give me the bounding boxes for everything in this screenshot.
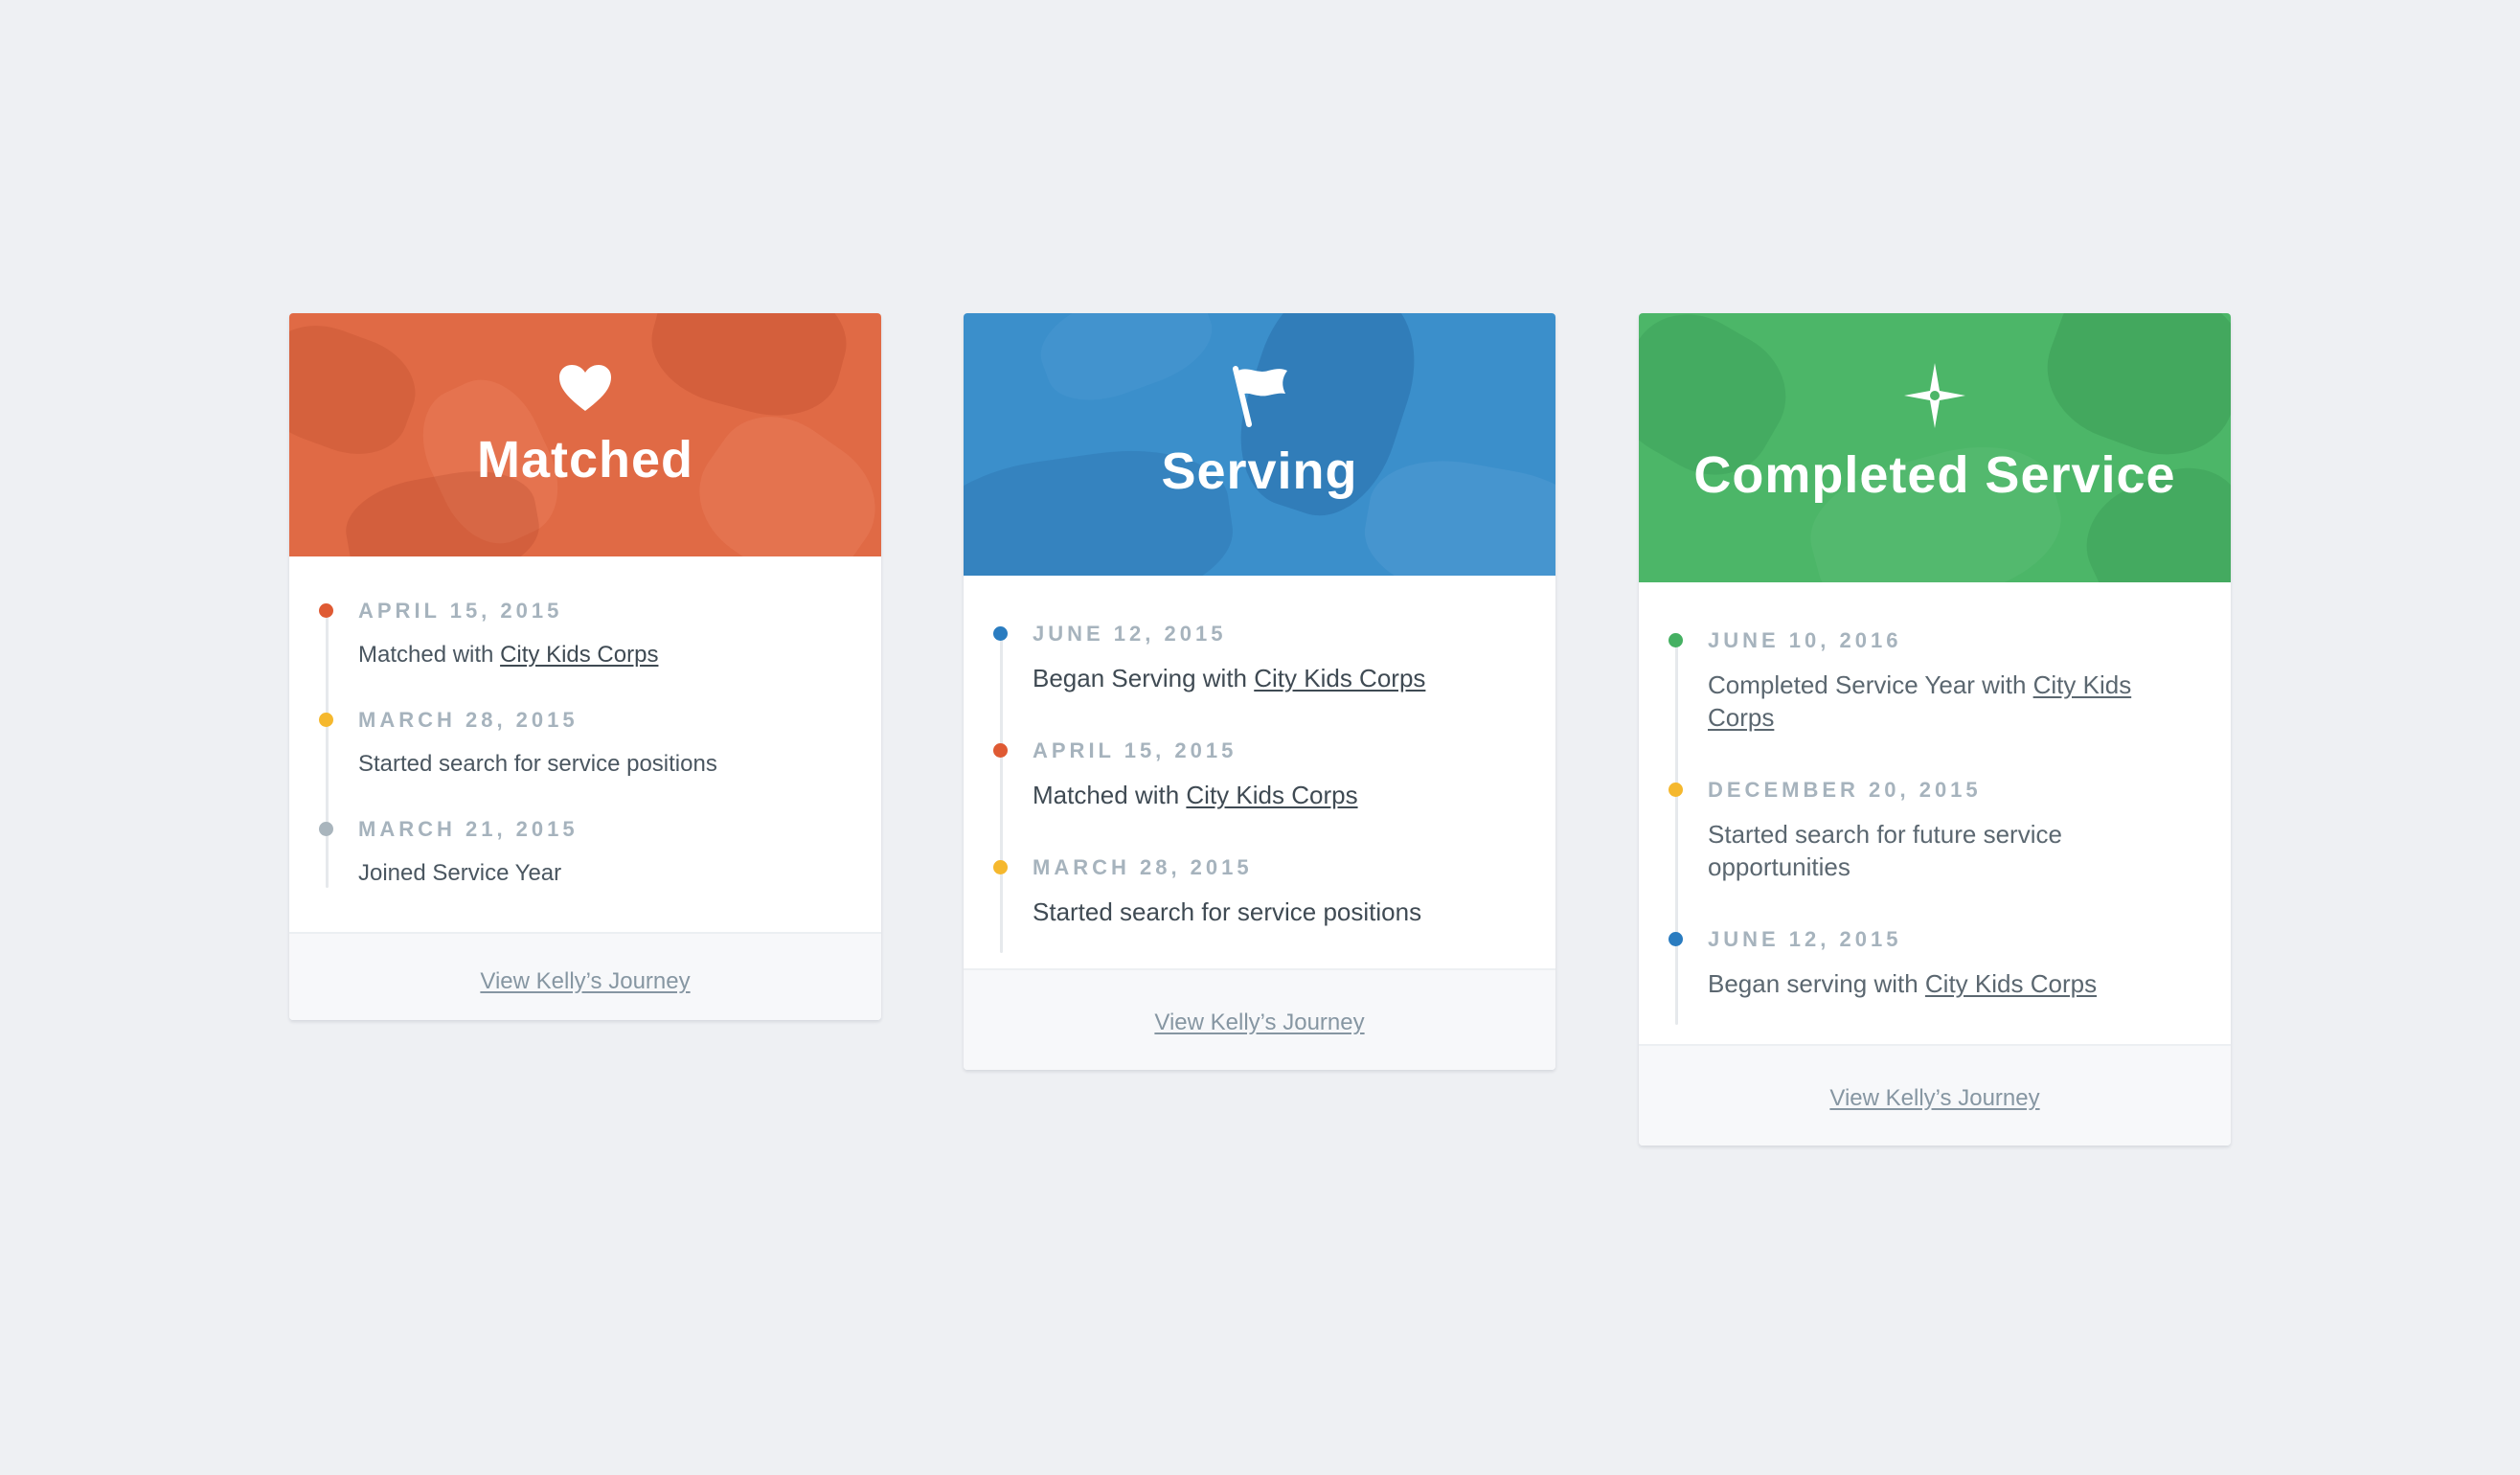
- timeline-entry: MARCH 28, 2015 Started search for servic…: [319, 708, 852, 781]
- city-kids-corps-link[interactable]: City Kids Corps: [1925, 969, 2097, 998]
- entry-date: MARCH 28, 2015: [358, 708, 579, 732]
- journey-card-serving: Serving JUNE 12, 2015 Began Serving with…: [964, 313, 1555, 1070]
- timeline-dot: [993, 743, 1008, 758]
- entry-date: JUNE 10, 2016: [1708, 628, 1902, 652]
- card-title: Completed Service: [1693, 446, 2176, 504]
- timeline-dot: [319, 822, 333, 836]
- city-kids-corps-link[interactable]: City Kids Corps: [1186, 781, 1357, 809]
- timeline-entry: APRIL 15, 2015 Matched with City Kids Co…: [993, 738, 1527, 811]
- timeline: APRIL 15, 2015 Matched with City Kids Co…: [289, 556, 881, 932]
- entry-text: Started search for service positions: [358, 751, 717, 777]
- card-footer: View Kelly’s Journey: [289, 932, 881, 1020]
- entry-text-prefix: Began serving with: [1708, 969, 1925, 998]
- entry-date: MARCH 28, 2015: [1033, 855, 1253, 879]
- entry-text-prefix: Matched with: [1033, 781, 1187, 809]
- entry-text: Completed Service Year with City Kids Co…: [1708, 669, 2202, 734]
- heart-icon: [559, 365, 611, 411]
- view-journey-link[interactable]: View Kelly’s Journey: [480, 968, 690, 994]
- timeline-dot: [993, 626, 1008, 641]
- card-hero: Matched: [289, 313, 881, 556]
- entry-text-prefix: Matched with: [358, 642, 501, 668]
- view-journey-link[interactable]: View Kelly’s Journey: [1154, 1010, 1364, 1035]
- timeline-dot: [1669, 783, 1683, 797]
- timeline-dot: [993, 860, 1008, 874]
- timeline-entry: JUNE 12, 2015 Began serving with City Ki…: [1669, 927, 2202, 1000]
- timeline-dot: [319, 713, 333, 727]
- card-title: Matched: [476, 431, 694, 488]
- compass-star-icon: [1904, 363, 1965, 428]
- entry-text: Matched with City Kids Corps: [1033, 779, 1527, 811]
- entry-date: MARCH 21, 2015: [358, 817, 579, 841]
- timeline: JUNE 10, 2016 Completed Service Year wit…: [1639, 582, 2231, 1044]
- entry-text: Matched with City Kids Corps: [358, 639, 852, 671]
- entry-text-prefix: Began Serving with: [1033, 664, 1255, 692]
- timeline-entry: JUNE 10, 2016 Completed Service Year wit…: [1669, 628, 2202, 734]
- timeline-dot: [1669, 932, 1683, 946]
- timeline-entry: JUNE 12, 2015 Began Serving with City Ki…: [993, 622, 1527, 694]
- timeline: JUNE 12, 2015 Began Serving with City Ki…: [964, 576, 1555, 968]
- timeline-line: [1000, 635, 1003, 953]
- entry-date: DECEMBER 20, 2015: [1708, 778, 1982, 802]
- timeline-dot: [1669, 633, 1683, 647]
- timeline-entry: APRIL 15, 2015 Matched with City Kids Co…: [319, 599, 852, 671]
- card-footer: View Kelly’s Journey: [1639, 1044, 2231, 1146]
- card-title: Serving: [1161, 442, 1358, 500]
- entry-date: APRIL 15, 2015: [358, 599, 563, 623]
- entry-date: JUNE 12, 2015: [1033, 622, 1227, 646]
- card-hero: Completed Service: [1639, 313, 2231, 582]
- entry-text: Started search for service positions: [1033, 897, 1422, 926]
- entry-text: Began serving with City Kids Corps: [1708, 967, 2202, 1000]
- entry-text-prefix: Completed Service Year with: [1708, 670, 2033, 699]
- timeline-line: [1675, 642, 1678, 1025]
- flag-icon: [1233, 366, 1287, 427]
- timeline-entry: DECEMBER 20, 2015 Started search for fut…: [1669, 778, 2202, 883]
- card-footer: View Kelly’s Journey: [964, 968, 1555, 1070]
- journey-card-matched: Matched APRIL 15, 2015 Matched with City…: [289, 313, 881, 1020]
- entry-text: Joined Service Year: [358, 860, 562, 886]
- entry-text: Began Serving with City Kids Corps: [1033, 662, 1527, 694]
- journey-card-completed-service: Completed Service JUNE 10, 2016 Complete…: [1639, 313, 2231, 1146]
- entry-date: APRIL 15, 2015: [1033, 738, 1237, 762]
- card-hero: Serving: [964, 313, 1555, 576]
- timeline-dot: [319, 603, 333, 618]
- timeline-line: [326, 612, 329, 888]
- view-journey-link[interactable]: View Kelly’s Journey: [1829, 1085, 2039, 1111]
- city-kids-corps-link[interactable]: City Kids Corps: [1254, 664, 1425, 692]
- entry-date: JUNE 12, 2015: [1708, 927, 1902, 951]
- timeline-entry: MARCH 28, 2015 Started search for servic…: [993, 855, 1527, 928]
- timeline-entry: MARCH 21, 2015 Joined Service Year: [319, 817, 852, 890]
- entry-text: Started search for future service opport…: [1708, 820, 2062, 881]
- city-kids-corps-link[interactable]: City Kids Corps: [500, 642, 658, 668]
